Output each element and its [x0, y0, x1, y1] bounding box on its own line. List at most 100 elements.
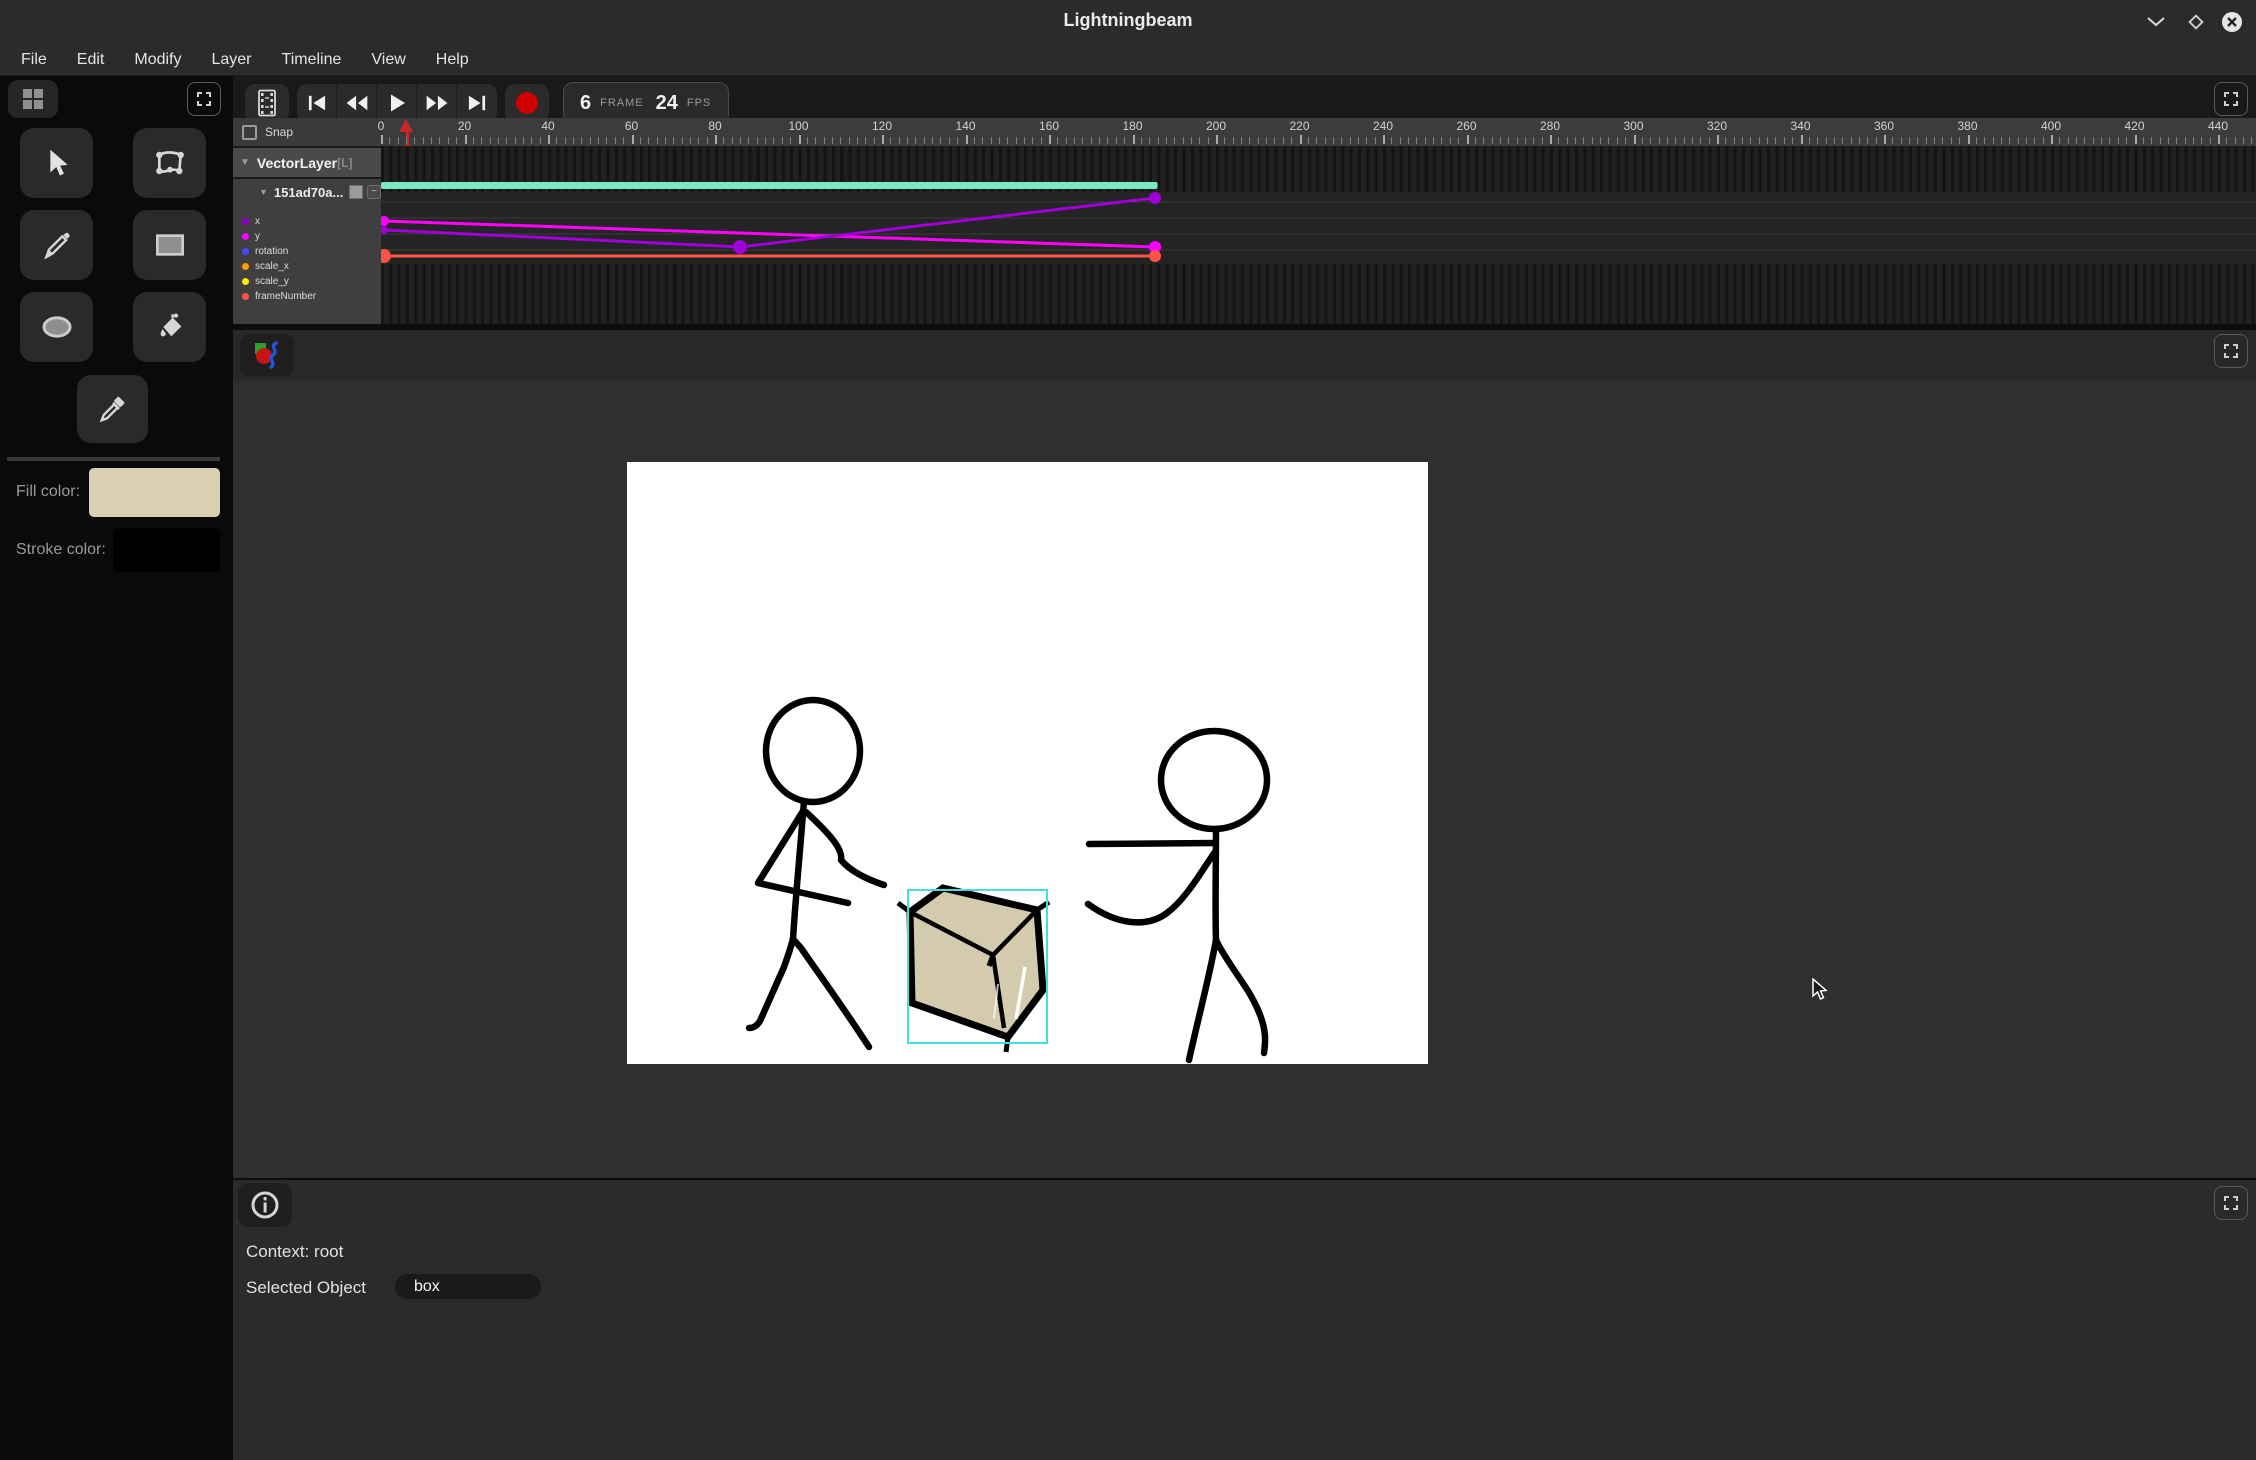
ruler-tick: [1425, 137, 1426, 144]
ruler-tick: [2185, 137, 2186, 144]
timeline-ruler[interactable]: 0204060801001201401601802002202402602803…: [381, 118, 2256, 146]
ruler-tick: [1241, 137, 1242, 144]
layer-duration-bar[interactable]: [381, 182, 1158, 189]
ruler-tick: [2193, 137, 2194, 144]
ruler-tick: [1625, 137, 1626, 144]
object-tween-toggle[interactable]: ~: [367, 185, 381, 199]
rewind-button[interactable]: [337, 84, 377, 122]
ruler-tick: [1450, 137, 1451, 144]
menu-item-layer[interactable]: Layer: [196, 47, 266, 73]
stage[interactable]: [627, 462, 1428, 1064]
ruler-tick: [1467, 135, 1469, 144]
menu-item-timeline[interactable]: Timeline: [267, 47, 357, 73]
info-icon: [250, 1190, 280, 1220]
ruler-tick: [1091, 137, 1092, 144]
paint-bucket-tool-button[interactable]: [133, 292, 206, 362]
eyedropper-icon: [97, 393, 129, 425]
stick-figure-left[interactable]: [749, 700, 884, 1047]
property-row-scale_y[interactable]: scale_y: [233, 274, 381, 289]
tool-grid-button[interactable]: [8, 80, 58, 118]
ruler-tick: [799, 135, 801, 144]
play-button[interactable]: [377, 84, 417, 122]
ruler-tick: [2135, 135, 2137, 144]
keyframe-dot-x[interactable]: [1149, 192, 1161, 204]
ruler-tick: [1024, 137, 1025, 144]
record-icon: [516, 92, 538, 114]
shapes-logo-button[interactable]: [240, 334, 294, 376]
canvas-panel[interactable]: [233, 330, 2256, 1178]
ruler-tick: [2009, 137, 2010, 144]
ruler-tick: [765, 137, 766, 144]
ruler-tick: [1216, 135, 1218, 144]
skip-to-end-button[interactable]: [457, 84, 497, 122]
snap-checkbox[interactable]: [242, 125, 257, 140]
ruler-tick: [1366, 137, 1367, 144]
fast-forward-button[interactable]: [417, 84, 457, 122]
timeline-left-column: Snap ▼ VectorLayer [L] ▼ 151ad70a... ~ x…: [233, 118, 381, 324]
expand-panel-button[interactable]: [187, 82, 221, 116]
ruler-tick: [924, 137, 925, 144]
keyframe-curves[interactable]: [381, 146, 2256, 324]
ruler-label: 180: [1122, 119, 1142, 133]
pencil-tool-button[interactable]: [20, 210, 93, 280]
property-row-x[interactable]: x: [233, 214, 381, 229]
ruler-tick: [1174, 137, 1175, 144]
minimize-chevron-icon[interactable]: [2142, 8, 2170, 36]
close-icon[interactable]: [2218, 8, 2246, 36]
collapse-triangle-icon[interactable]: ▼: [259, 187, 268, 197]
eyedropper-tool-button[interactable]: [77, 375, 148, 443]
object-visibility-toggle[interactable]: [349, 185, 362, 199]
expand-panel-button[interactable]: [2214, 1186, 2248, 1220]
maximize-diamond-icon[interactable]: [2182, 8, 2210, 36]
select-tool-button[interactable]: [20, 128, 93, 198]
stick-figure-right[interactable]: [1088, 731, 1267, 1060]
selected-object-dropdown[interactable]: box: [395, 1274, 541, 1299]
property-color-dot: [242, 293, 249, 300]
layer-row-vectorlayer[interactable]: ▼ VectorLayer [L]: [233, 148, 381, 177]
keyframe-dot-frameNumber[interactable]: [1149, 250, 1161, 262]
ruler-label: 80: [708, 119, 721, 133]
ellipse-tool-button[interactable]: [20, 292, 93, 362]
ruler-tick: [1842, 137, 1843, 144]
expand-panel-button[interactable]: [2214, 334, 2248, 368]
property-row-frameNumber[interactable]: frameNumber: [233, 289, 381, 304]
fast-forward-icon: [425, 94, 449, 112]
stroke-color-swatch[interactable]: [113, 528, 220, 572]
timeline-tracks[interactable]: [381, 146, 2256, 324]
info-button[interactable]: [238, 1183, 292, 1227]
property-color-dot: [242, 278, 249, 285]
menu-bar: FileEditModifyLayerTimelineViewHelp: [0, 44, 2256, 76]
expand-panel-button[interactable]: [2214, 82, 2248, 116]
ruler-tick: [849, 137, 850, 144]
ruler-tick: [565, 137, 566, 144]
menu-item-edit[interactable]: Edit: [62, 47, 120, 73]
film-strip-button[interactable]: [245, 84, 289, 122]
ruler-tick: [1817, 137, 1818, 144]
node-edit-tool-button[interactable]: [133, 128, 206, 198]
keyframe-dot-x[interactable]: [733, 240, 747, 254]
ruler-tick: [907, 137, 908, 144]
ruler-tick: [1416, 137, 1417, 144]
ruler-tick: [481, 137, 482, 144]
collapse-triangle-icon[interactable]: ▼: [240, 157, 250, 168]
menu-item-help[interactable]: Help: [421, 47, 484, 73]
property-row-y[interactable]: y: [233, 229, 381, 244]
box-object[interactable]: [898, 888, 1049, 1052]
object-row[interactable]: ▼ 151ad70a... ~: [233, 179, 381, 205]
menu-item-file[interactable]: File: [6, 47, 62, 73]
record-button[interactable]: [505, 84, 549, 122]
property-row-scale_x[interactable]: scale_x: [233, 259, 381, 274]
rectangle-tool-button[interactable]: [133, 210, 206, 280]
property-row-rotation[interactable]: rotation: [233, 244, 381, 259]
ruler-tick: [523, 137, 524, 144]
ruler-tick: [2151, 137, 2152, 144]
ruler-label: 400: [2041, 119, 2061, 133]
ruler-tick: [2101, 137, 2102, 144]
ruler-tick: [1851, 137, 1852, 144]
fill-color-swatch[interactable]: [89, 468, 220, 517]
menu-item-modify[interactable]: Modify: [119, 47, 196, 73]
curve-band: [381, 192, 2256, 264]
skip-to-start-button[interactable]: [297, 84, 337, 122]
figure-arm-curved: [806, 812, 884, 885]
menu-item-view[interactable]: View: [356, 47, 420, 73]
